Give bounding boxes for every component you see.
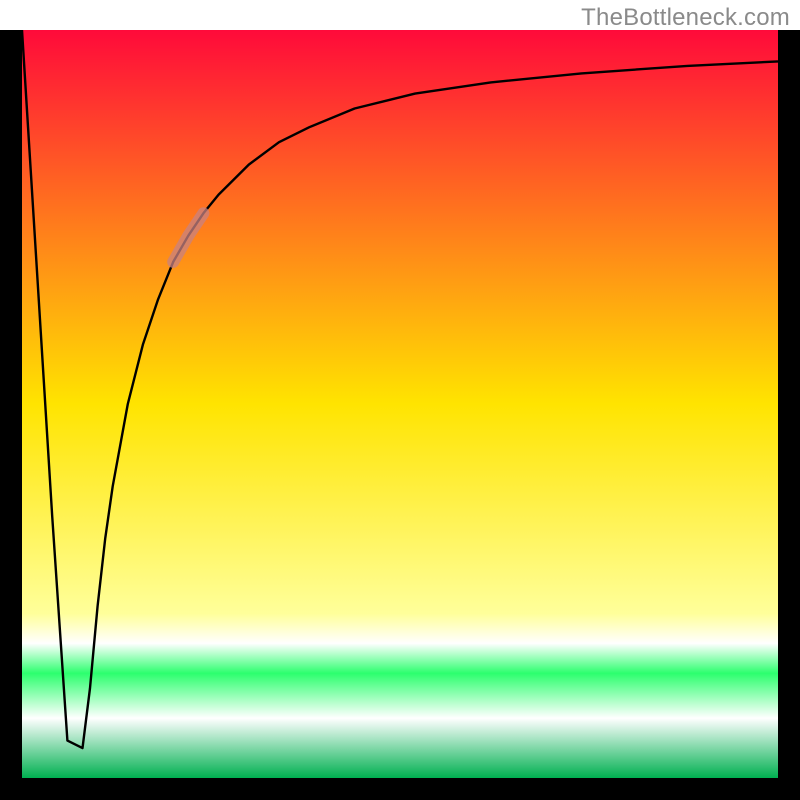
attribution-text: TheBottleneck.com <box>581 4 790 32</box>
chart-background-gradient <box>22 30 778 778</box>
chart-container: { "attribution": "TheBottleneck.com", "c… <box>0 0 800 800</box>
bottleneck-chart <box>0 30 800 800</box>
